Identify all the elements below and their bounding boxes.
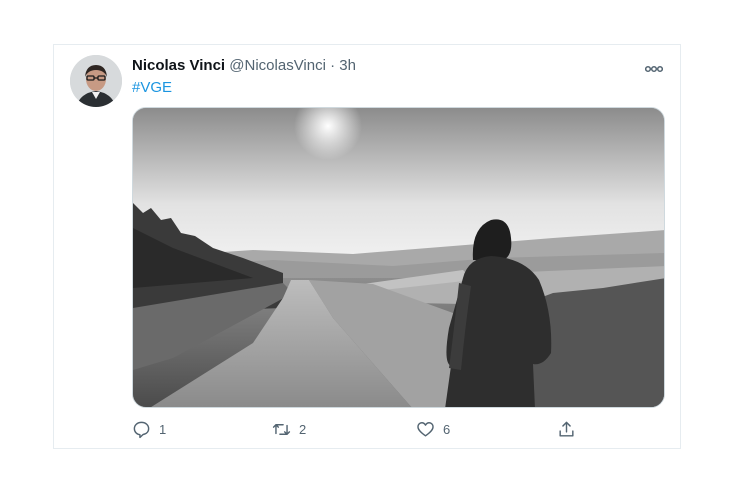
separator-dot: · xyxy=(330,57,336,74)
avatar[interactable] xyxy=(70,55,122,107)
retweet-count: 2 xyxy=(299,421,307,437)
author-name[interactable]: Nicolas Vinci xyxy=(132,57,225,74)
tweet-header: Nicolas Vinci @NicolasVinci · 3h xyxy=(132,57,356,74)
hashtag-link[interactable]: #VGE xyxy=(132,79,172,96)
share-icon xyxy=(559,421,574,437)
like-icon xyxy=(417,421,434,437)
tweet-timestamp[interactable]: 3h xyxy=(339,57,356,74)
like-count: 6 xyxy=(443,421,451,437)
tweet-actions: 1 2 6 xyxy=(132,417,665,441)
reply-button[interactable]: 1 xyxy=(132,417,166,441)
tweet-photo[interactable] xyxy=(132,107,665,408)
reply-count: 1 xyxy=(159,421,167,437)
tweet-card[interactable]: Nicolas Vinci @NicolasVinci · 3h #VGE 1 … xyxy=(53,44,681,449)
more-horizontal-icon[interactable] xyxy=(644,61,664,73)
like-button[interactable]: 6 xyxy=(416,417,450,441)
reply-icon xyxy=(133,421,150,438)
share-button[interactable] xyxy=(557,417,576,441)
author-handle[interactable]: @NicolasVinci xyxy=(229,57,326,74)
retweet-button[interactable]: 2 xyxy=(272,417,306,441)
retweet-icon xyxy=(272,423,291,435)
